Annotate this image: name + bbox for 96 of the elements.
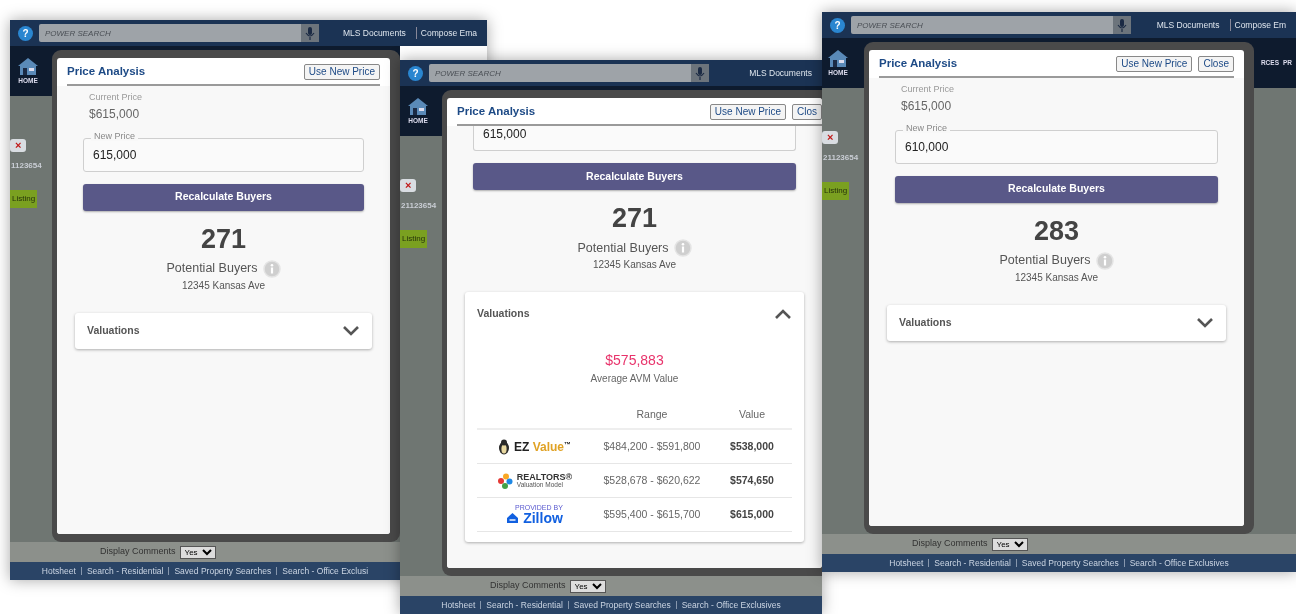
search-field[interactable]: POWER SEARCH [39,24,301,42]
average-value: $575,883 [604,351,665,371]
footer-link[interactable]: Search - Residential [928,558,1016,568]
buyers-label: Potential Buyers [166,260,258,278]
recalculate-button[interactable]: Recalculate Buyers [473,163,796,191]
help-icon[interactable]: ? [408,65,423,81]
comments-select[interactable]: Yes [991,537,1028,551]
microphone-icon [1113,16,1131,34]
footer-link[interactable]: Search - Office Exclusives [1123,558,1234,568]
current-price-label: Current Price [900,83,955,97]
close-icon[interactable]: × [827,132,834,143]
tab-chip[interactable]: × [822,131,839,144]
microphone-icon [301,24,319,42]
info-icon [1095,251,1114,270]
search-field[interactable]: POWER SEARCH [851,16,1113,34]
house-icon [826,48,850,69]
valuations-toggle[interactable]: Valuations [887,304,1226,341]
info-icon [262,259,281,278]
search-field[interactable]: POWER SEARCH [429,64,691,82]
display-comments-label: Display Comments [100,545,176,559]
status-label: Listing [822,182,850,200]
header-link[interactable]: MLS Documents [1152,18,1224,32]
recalculate-button[interactable]: Recalculate Buyers [83,183,364,211]
field-label: New Price [903,123,950,133]
valuations-toggle[interactable]: Valuations [465,292,804,337]
dialog-title: Price Analysis [67,64,147,79]
footer-link[interactable]: Hotsheet [36,566,81,576]
close-icon[interactable]: × [405,180,412,191]
tab-chip[interactable]: × [10,139,27,152]
display-comments-label: Display Comments [912,537,988,551]
comments-select[interactable]: Yes [569,579,606,593]
display-comments-label: Display Comments [490,579,566,593]
dialog-title: Price Analysis [457,104,537,119]
footer-link[interactable]: Saved Property Searches [567,600,676,610]
header-link[interactable]: MLS Documents [745,66,816,80]
comments-select[interactable]: Yes [179,545,216,559]
table-cell-text: $574,650 [729,472,775,488]
buyer-count: 283 [1032,214,1081,248]
house-icon [506,512,520,525]
valuations-toggle[interactable]: Valuations [75,312,372,349]
dialog-button[interactable]: Use New Price [709,103,786,120]
property-address: 12345 Kansas Ave [180,278,267,293]
colored-dots-icon [496,472,513,489]
provider-name: Zillow [523,511,563,526]
info-icon [673,239,692,257]
house-icon [16,56,40,77]
dialog-button[interactable]: Use New Price [303,63,380,80]
current-price-value: $615,000 [900,97,953,115]
record-id: 21123654 [822,152,860,164]
footer-link[interactable]: Hotsheet [884,558,929,568]
dialog-button[interactable]: Clos [792,103,822,120]
help-icon[interactable]: ? [18,25,33,41]
footer-link[interactable]: Search - Office Exclusives [675,600,786,610]
field-label: New Price [91,131,138,141]
house-icon [406,96,430,117]
help-icon[interactable]: ? [830,17,845,33]
buyers-label: Potential Buyers [999,252,1091,270]
new-price-field[interactable]: 615,000 [473,126,796,152]
column-header: Value [737,407,767,423]
record-id: 21123654 [400,200,438,212]
current-price-label: Current Price [88,91,143,105]
table-cell-text: $595,400 - $615,700 [602,506,702,522]
header-link[interactable]: Compose Em [1229,18,1290,32]
table-cell-text: $615,000 [729,506,775,522]
footer-link[interactable]: Search - Residential [480,600,568,610]
tab-chip[interactable]: × [400,179,417,192]
record-id: 1123654 [10,160,43,172]
footer-link[interactable]: Saved Property Searches [168,566,277,576]
table-cell-text: $484,200 - $591,800 [602,438,702,454]
dialog-button[interactable]: Use New Price [1116,55,1193,72]
property-address: 12345 Kansas Ave [591,258,678,273]
status-label: Listing [10,190,38,208]
current-price-value: $615,000 [88,105,141,123]
provider-name: EZ Value$^{™}$ [514,438,571,456]
footer-link[interactable]: Search - Office Exclusi [276,566,374,576]
footer-link[interactable]: Search - Residential [80,566,169,576]
average-label: Average AVM Value [589,372,680,387]
buyer-count: 271 [199,222,248,256]
dialog-title: Price Analysis [879,56,959,71]
penguin-icon [498,438,510,455]
property-address: 12345 Kansas Ave [1013,270,1100,285]
dialog-button[interactable]: Close [1198,55,1234,72]
microphone-icon [691,64,709,82]
footer-link[interactable]: Saved Property Searches [1015,558,1124,568]
recalculate-button[interactable]: Recalculate Buyers [895,175,1218,203]
table-cell-text: $538,000 [729,438,775,454]
status-label: Listing [400,230,428,248]
header-link[interactable]: Compose Ema [415,26,481,40]
provider-name: REALTORS® [516,472,573,482]
column-header: Range [635,407,669,423]
header-link[interactable]: MLS Documents [338,26,410,40]
table-cell-text: $528,678 - $620,622 [602,472,702,488]
footer-link[interactable]: Hotsheet [436,600,481,610]
close-icon[interactable]: × [15,140,22,151]
buyers-label: Potential Buyers [577,239,669,257]
buyer-count: 271 [610,202,659,235]
